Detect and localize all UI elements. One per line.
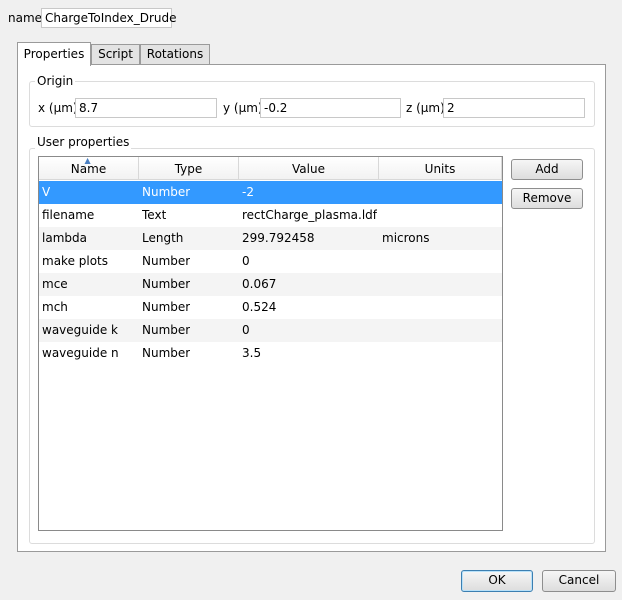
table-row[interactable]: lambda Length 299.792458 microns [39, 227, 502, 250]
cell-type: Number [142, 254, 191, 268]
cell-value: 3.5 [242, 346, 262, 360]
y-input[interactable]: -0.2 [260, 98, 401, 118]
cell-type: Number [142, 185, 191, 199]
cell-value: 0.524 [242, 300, 277, 314]
cell-type: Number [142, 300, 191, 314]
cell-name: filename [42, 208, 95, 222]
cell-name: lambda [42, 231, 87, 245]
remove-button[interactable]: Remove [511, 188, 583, 209]
z-label: z (µm) [406, 101, 445, 115]
table-row[interactable]: filename Text rectCharge_plasma.ldf [39, 204, 502, 227]
cell-type: Text [142, 208, 167, 222]
cell-name: V [42, 185, 51, 199]
cell-value: 0.067 [242, 277, 277, 291]
cell-name: waveguide n [42, 346, 119, 360]
add-button[interactable]: Add [511, 159, 583, 180]
tab-script[interactable]: Script [91, 44, 140, 64]
table-row[interactable]: V Number -2 [39, 181, 502, 204]
cell-name: make plots [42, 254, 109, 268]
name-input[interactable]: ChargeToIndex_Drude [41, 8, 177, 28]
user-properties-title: User properties [35, 135, 132, 149]
x-label: x (µm) [38, 101, 78, 115]
column-header-units[interactable]: Units [379, 157, 502, 180]
ok-button[interactable]: OK [461, 570, 533, 592]
cell-value: -2 [242, 185, 254, 199]
column-header-value[interactable]: Value [239, 157, 379, 180]
cell-type: Number [142, 323, 191, 337]
origin-title: Origin [35, 74, 76, 88]
table-header: ▲ Name Type Value Units [39, 157, 502, 180]
name-label: name [8, 11, 43, 25]
cell-name: mch [42, 300, 68, 314]
cell-value: 299.792458 [242, 231, 315, 245]
tab-properties[interactable]: Properties [17, 42, 91, 66]
cancel-button[interactable]: Cancel [542, 570, 616, 592]
cell-name: waveguide k [42, 323, 118, 337]
cell-name: mce [42, 277, 68, 291]
cell-units: microns [382, 231, 430, 245]
user-properties-table[interactable]: ▲ Name Type Value Units V Number -2 file… [38, 156, 503, 531]
y-label: y (µm) [223, 101, 263, 115]
x-input[interactable]: 8.7 [75, 98, 217, 118]
cell-type: Length [142, 231, 184, 245]
table-row[interactable]: mch Number 0.524 [39, 296, 502, 319]
table-row[interactable]: waveguide k Number 0 [39, 319, 502, 342]
cell-type: Number [142, 277, 191, 291]
table-row[interactable]: mce Number 0.067 [39, 273, 502, 296]
table-row[interactable]: make plots Number 0 [39, 250, 502, 273]
column-header-name[interactable]: ▲ Name [39, 157, 139, 180]
table-row[interactable]: waveguide n Number 3.5 [39, 342, 502, 365]
cell-value: 0 [242, 254, 250, 268]
tab-rotations[interactable]: Rotations [140, 44, 210, 64]
cell-value: 0 [242, 323, 250, 337]
z-input[interactable]: 2 [443, 98, 585, 118]
cell-value: rectCharge_plasma.ldf [242, 208, 378, 222]
cell-type: Number [142, 346, 191, 360]
sort-ascending-icon: ▲ [84, 156, 91, 165]
column-header-type[interactable]: Type [139, 157, 239, 180]
